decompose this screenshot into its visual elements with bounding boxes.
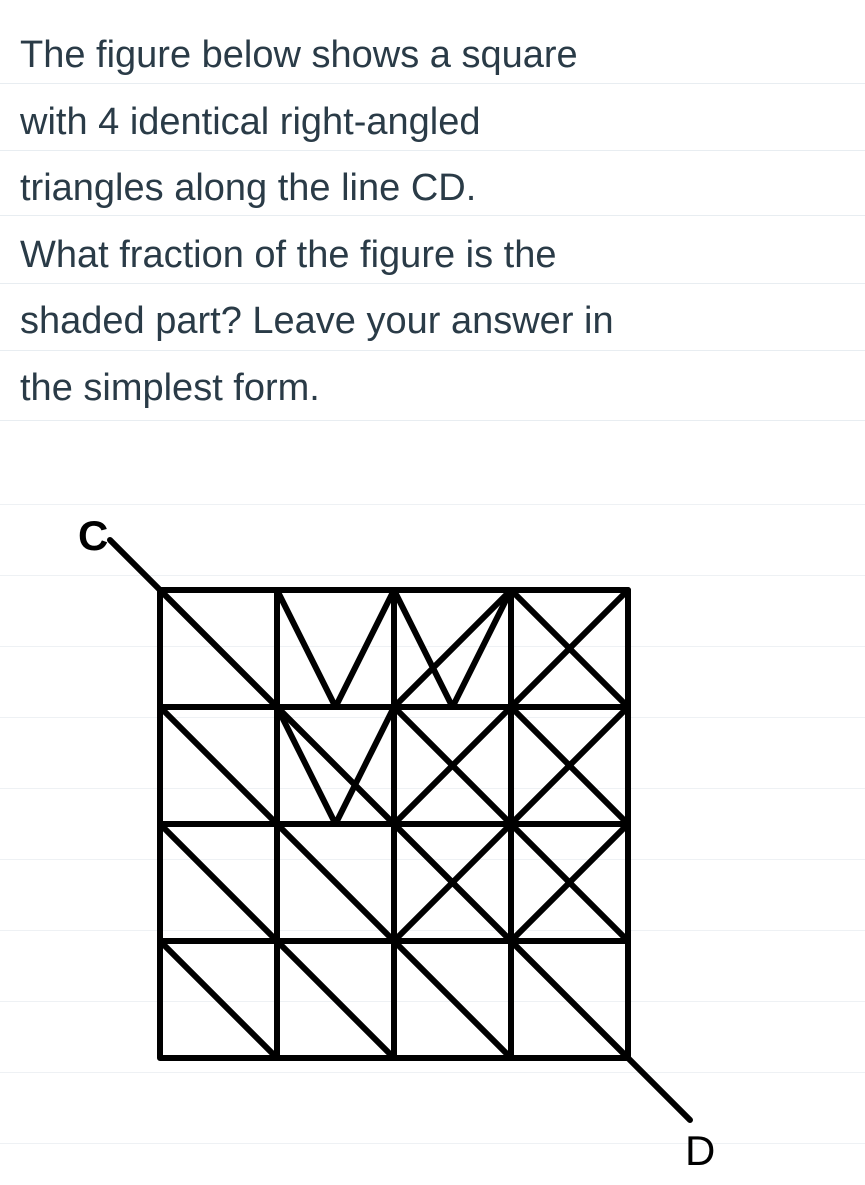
problem-line: shaded part? Leave your answer in (20, 288, 845, 355)
problem-line: The figure below shows a square (20, 22, 845, 89)
label-d: D (685, 1127, 715, 1174)
problem-line: What fraction of the figure is the (20, 222, 845, 289)
problem-line: triangles along the line CD. (20, 155, 845, 222)
problem-text: The figure below shows a square with 4 i… (20, 22, 845, 421)
problem-line: with 4 identical right-angled (20, 89, 845, 156)
figure: C D (30, 500, 730, 1185)
label-c: C (78, 512, 108, 559)
problem-line: the simplest form. (20, 355, 845, 422)
figure-svg: C D (30, 500, 730, 1180)
figure-area: C D (0, 430, 865, 1171)
